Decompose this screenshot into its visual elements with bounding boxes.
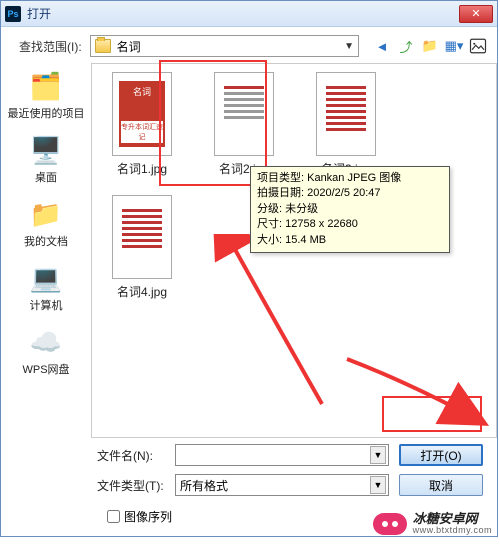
body-area: 🗂️ 最近使用的项目 🖥️ 桌面 📁 我的文档 💻 计算机 ☁️ WPS网盘: [1, 63, 497, 438]
cloud-icon: ☁️: [28, 325, 64, 359]
recent-icon: 🗂️: [28, 69, 64, 103]
sidebar-label: 我的文档: [24, 233, 68, 249]
cancel-button[interactable]: 取消: [399, 474, 483, 496]
file-name: 名词1.jpg: [117, 160, 167, 177]
sidebar-label: 最近使用的项目: [8, 105, 85, 121]
thumb-band: 专升本词汇速记: [121, 121, 163, 143]
titlebar: Ps 打开 ✕: [1, 1, 497, 27]
ps-app-icon: Ps: [5, 6, 21, 22]
sidebar-label: 计算机: [30, 297, 63, 313]
file-item-selected[interactable]: 名词2.jpg: [202, 72, 286, 177]
file-item[interactable]: 名词3.jpg: [304, 72, 388, 177]
watermark-name: 冰糖安卓网: [413, 512, 492, 526]
toolbar-icons: ◄ ⤴ 📁 ▦▾: [373, 37, 487, 55]
file-thumbnail: 名词 专升本词汇速记: [112, 72, 172, 156]
file-tooltip: 项目类型: Kankan JPEG 图像 拍摄日期: 2020/2/5 20:4…: [250, 166, 450, 253]
filename-label: 文件名(N):: [97, 447, 165, 464]
tooltip-line: 拍摄日期: 2020/2/5 20:47: [257, 186, 443, 201]
places-sidebar: 🗂️ 最近使用的项目 🖥️ 桌面 📁 我的文档 💻 计算机 ☁️ WPS网盘: [1, 63, 91, 438]
lookin-combo[interactable]: 名词 ▼: [90, 35, 359, 57]
sidebar-item-desktop[interactable]: 🖥️ 桌面: [28, 133, 64, 185]
chevron-down-icon: ▼: [344, 41, 354, 52]
filename-input[interactable]: ▼: [175, 444, 389, 466]
annotation-arrow-icon: [212, 234, 332, 414]
tooltip-line: 大小: 15.4 MB: [257, 233, 443, 248]
back-icon[interactable]: ◄: [373, 37, 391, 55]
new-folder-icon[interactable]: 📁: [421, 37, 439, 55]
open-dialog: Ps 打开 ✕ 查找范围(I): 名词 ▼ ◄ ⤴ 📁 ▦▾ 🗂️ 最近使用的项…: [0, 0, 498, 537]
tooltip-line: 项目类型: Kankan JPEG 图像: [257, 171, 443, 186]
tooltip-line: 尺寸: 12758 x 22680: [257, 217, 443, 232]
file-thumbnail: [316, 72, 376, 156]
chevron-down-icon: ▼: [370, 476, 386, 494]
adobe-dialog-icon[interactable]: [469, 37, 487, 55]
desktop-icon: 🖥️: [28, 133, 64, 167]
file-thumbnail: [112, 195, 172, 279]
chevron-down-icon: ▼: [370, 446, 386, 464]
file-name: 名词4.jpg: [117, 283, 167, 300]
image-sequence-label: 图像序列: [124, 508, 172, 525]
tooltip-line: 分级: 未分级: [257, 202, 443, 217]
filename-row: 文件名(N): ▼ 打开(O): [97, 444, 483, 466]
current-folder-name: 名词: [117, 38, 344, 55]
filetype-row: 文件类型(T): 所有格式 ▼ 取消: [97, 474, 483, 496]
sidebar-item-wps[interactable]: ☁️ WPS网盘: [22, 325, 69, 377]
lookin-row: 查找范围(I): 名词 ▼ ◄ ⤴ 📁 ▦▾: [1, 27, 497, 63]
filetype-combo[interactable]: 所有格式 ▼: [175, 474, 389, 496]
computer-icon: 💻: [28, 261, 64, 295]
up-folder-icon[interactable]: ⤴: [397, 37, 415, 55]
open-button[interactable]: 打开(O): [399, 444, 483, 466]
watermark-logo-icon: [373, 513, 407, 535]
file-thumbnail: [214, 72, 274, 156]
sidebar-label: 桌面: [35, 169, 57, 185]
file-item[interactable]: 名词4.jpg: [100, 195, 184, 300]
sidebar-item-recent[interactable]: 🗂️ 最近使用的项目: [8, 69, 85, 121]
filetype-label: 文件类型(T):: [97, 477, 165, 494]
filetype-value: 所有格式: [180, 477, 228, 494]
documents-icon: 📁: [28, 197, 64, 231]
sidebar-item-computer[interactable]: 💻 计算机: [28, 261, 64, 313]
sidebar-label: WPS网盘: [22, 361, 69, 377]
sidebar-item-documents[interactable]: 📁 我的文档: [24, 197, 68, 249]
annotation-arrow-icon: [342, 354, 492, 434]
lookin-label: 查找范围(I):: [19, 38, 82, 55]
close-button[interactable]: ✕: [459, 5, 493, 23]
thumb-title: 名词: [133, 85, 151, 98]
dialog-title: 打开: [27, 5, 459, 22]
watermark: 冰糖安卓网 www.btxtdmy.com: [373, 512, 492, 536]
file-list-pane[interactable]: 名词 专升本词汇速记 名词1.jpg 名词2.jpg: [91, 63, 497, 438]
image-sequence-checkbox[interactable]: [107, 510, 120, 523]
folder-icon: [95, 39, 111, 53]
view-menu-icon[interactable]: ▦▾: [445, 37, 463, 55]
watermark-url: www.btxtdmy.com: [413, 526, 492, 536]
file-item[interactable]: 名词 专升本词汇速记 名词1.jpg: [100, 72, 184, 177]
